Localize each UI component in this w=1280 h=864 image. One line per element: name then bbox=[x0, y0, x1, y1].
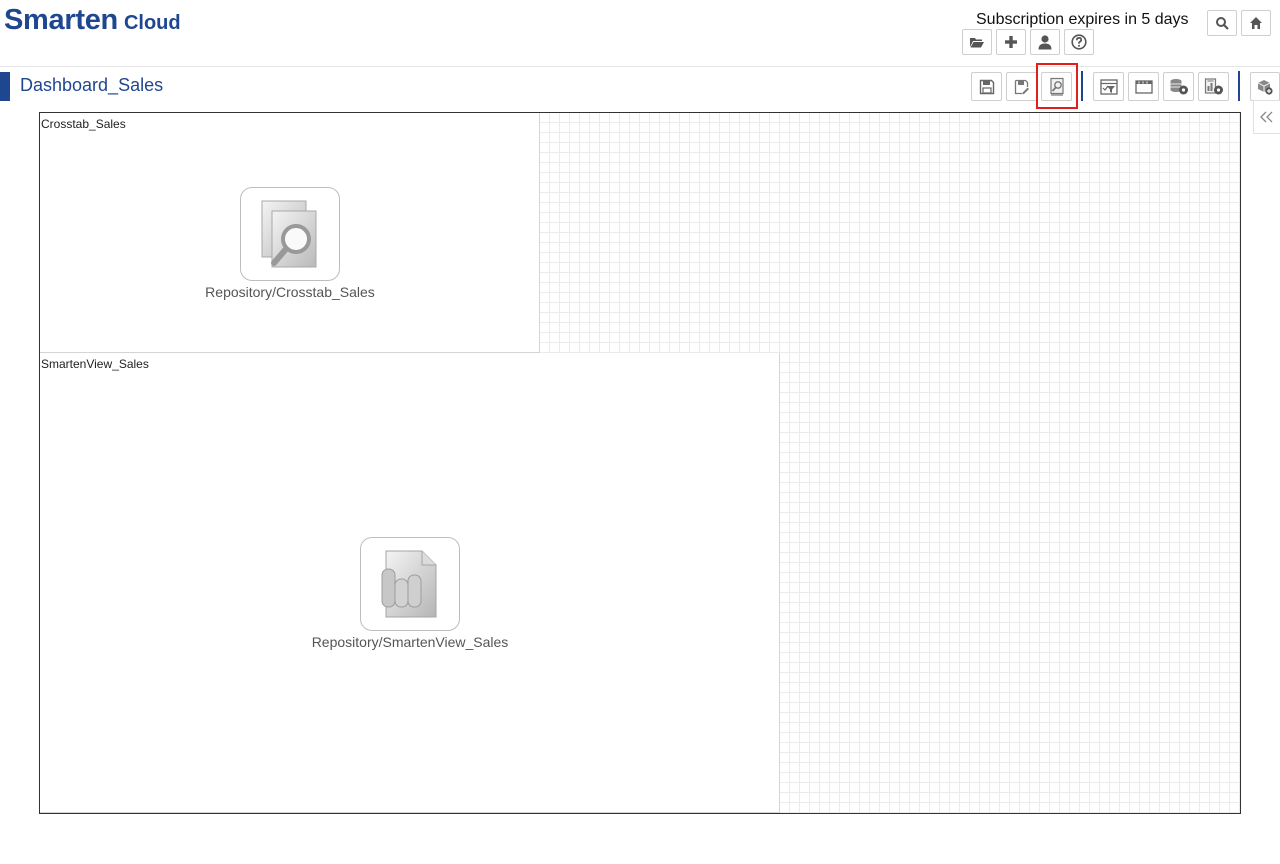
open-folder-button[interactable] bbox=[962, 29, 992, 55]
search-icon bbox=[1216, 17, 1229, 30]
help-button[interactable] bbox=[1064, 29, 1094, 55]
preview-icon bbox=[1049, 77, 1064, 96]
save-as-button[interactable] bbox=[1006, 72, 1037, 101]
home-icon bbox=[1250, 17, 1262, 29]
home-button[interactable] bbox=[1241, 10, 1271, 36]
crosstab-widget[interactable]: Crosstab_Sales Repository/Crosstab_Sales bbox=[40, 113, 540, 353]
cube-add-icon bbox=[1257, 79, 1273, 95]
title-accent-bar bbox=[0, 72, 10, 101]
brand-product: Cloud bbox=[123, 12, 181, 34]
save-button[interactable] bbox=[971, 72, 1002, 101]
smartenview-object-tile[interactable] bbox=[360, 537, 460, 631]
database-settings-button[interactable] bbox=[1163, 72, 1194, 101]
crosstab-search-icon bbox=[261, 200, 317, 268]
plus-icon bbox=[1005, 36, 1017, 48]
filter-icon bbox=[1099, 78, 1118, 95]
user-profile-button[interactable] bbox=[1030, 29, 1060, 55]
header-divider bbox=[0, 66, 1280, 67]
toolbar-separator bbox=[1081, 71, 1083, 101]
database-settings-icon bbox=[1170, 78, 1188, 94]
subscription-status: Subscription expires in 5 days bbox=[976, 11, 1189, 28]
brand-logo: Smarten Cloud bbox=[4, 4, 181, 37]
page-title: Dashboard_Sales bbox=[20, 75, 164, 95]
save-icon bbox=[979, 79, 994, 94]
toolbar-separator bbox=[1238, 71, 1240, 101]
brand-name: Smarten bbox=[4, 4, 118, 36]
crosstab-object-tile[interactable] bbox=[240, 187, 340, 281]
add-new-button[interactable] bbox=[996, 29, 1026, 55]
widget-title: Crosstab_Sales bbox=[41, 117, 126, 131]
frame-button[interactable] bbox=[1128, 72, 1159, 101]
widget-title: SmartenView_Sales bbox=[41, 357, 149, 371]
double-chevron-left-icon bbox=[1260, 111, 1273, 123]
report-settings-button[interactable] bbox=[1198, 72, 1229, 101]
collapse-panel-button[interactable] bbox=[1253, 100, 1280, 134]
smartenview-document-icon bbox=[381, 550, 437, 618]
user-icon bbox=[1038, 35, 1052, 50]
preview-button[interactable] bbox=[1041, 72, 1072, 101]
frame-icon bbox=[1134, 79, 1153, 94]
object-path-label: Repository/SmartenView_Sales bbox=[311, 634, 509, 650]
save-as-icon bbox=[1014, 79, 1029, 94]
object-path-label: Repository/Crosstab_Sales bbox=[205, 284, 375, 300]
filter-button[interactable] bbox=[1093, 72, 1124, 101]
folder-open-icon bbox=[970, 38, 984, 48]
dashboard-canvas[interactable]: Crosstab_Sales Repository/Crosstab_Sales… bbox=[39, 112, 1241, 814]
add-cube-button[interactable] bbox=[1250, 72, 1280, 101]
help-icon bbox=[1071, 34, 1087, 50]
report-settings-icon bbox=[1204, 77, 1223, 94]
smartenview-widget[interactable]: SmartenView_Sales Repository/SmartenView… bbox=[40, 353, 780, 813]
search-button[interactable] bbox=[1207, 10, 1237, 36]
